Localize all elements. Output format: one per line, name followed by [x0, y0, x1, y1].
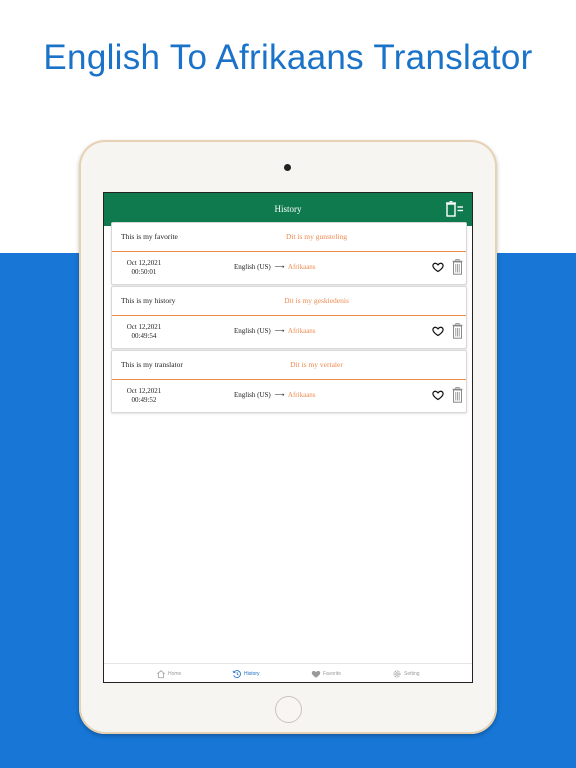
from-language: English (US) [234, 391, 271, 399]
nav-item-favorite[interactable]: Favorite [311, 667, 341, 681]
heart-icon [311, 670, 321, 678]
timestamp: Oct 12,2021 00:49:54 [124, 323, 164, 341]
nav-item-setting[interactable]: Setting [392, 667, 420, 681]
nav-label-history: History [244, 671, 260, 677]
translated-text: Dit is my gunsteling [285, 232, 348, 241]
history-card-bottom: Oct 12,2021 00:49:54 English (US) ⟶ Afri… [112, 316, 466, 348]
nav-item-history[interactable]: History [232, 667, 260, 681]
delete-trash-icon[interactable] [452, 387, 463, 403]
arrow-icon: ⟶ [274, 391, 285, 399]
front-camera [284, 164, 291, 171]
delete-trash-icon[interactable] [452, 323, 463, 339]
translated-text: Dit is my geskiedenis [284, 296, 349, 305]
favorite-heart-icon[interactable] [432, 261, 444, 273]
time-text: 00:50:01 [131, 268, 157, 276]
timestamp: Oct 12,2021 00:50:01 [124, 259, 164, 277]
language-pair: English (US) ⟶ Afrikaans [234, 263, 316, 271]
date-text: Oct 12,2021 [126, 323, 162, 331]
bottom-nav: Home History Favorite Setting [104, 663, 472, 682]
to-language: Afrikaans [287, 391, 316, 399]
promo-title: English To Afrikaans Translator [43, 38, 533, 77]
date-text: Oct 12,2021 [126, 259, 162, 267]
nav-item-home[interactable]: Home [156, 667, 181, 681]
history-card-bottom: Oct 12,2021 00:50:01 English (US) ⟶ Afri… [112, 252, 466, 284]
translated-text: Dit is my vertaler [290, 360, 343, 369]
clear-history-icon[interactable] [446, 201, 464, 217]
to-language: Afrikaans [287, 327, 316, 335]
arrow-icon: ⟶ [274, 263, 285, 271]
language-pair: English (US) ⟶ Afrikaans [234, 391, 316, 399]
history-icon [232, 670, 241, 678]
timestamp: Oct 12,2021 00:49:52 [124, 387, 164, 405]
home-icon [157, 670, 165, 679]
history-card[interactable]: This is my favorite Dit is my gunsteling… [111, 222, 467, 285]
gear-icon [393, 670, 401, 678]
history-card-bottom: Oct 12,2021 00:49:52 English (US) ⟶ Afri… [112, 380, 466, 412]
date-text: Oct 12,2021 [126, 387, 162, 395]
delete-trash-icon[interactable] [452, 259, 463, 275]
favorite-heart-icon[interactable] [432, 325, 444, 337]
arrow-icon: ⟶ [274, 327, 285, 335]
history-card[interactable]: This is my history Dit is my geskiedenis… [111, 286, 467, 349]
nav-label-home: Home [168, 671, 182, 677]
home-button[interactable] [275, 696, 302, 723]
history-card-top: This is my history Dit is my geskiedenis [112, 287, 466, 316]
nav-label-favorite: Favorite [323, 671, 342, 677]
language-pair: English (US) ⟶ Afrikaans [234, 327, 316, 335]
history-card-top: This is my favorite Dit is my gunsteling [112, 223, 466, 252]
history-card[interactable]: This is my translator Dit is my vertaler… [111, 350, 467, 413]
time-text: 00:49:52 [131, 396, 157, 404]
favorite-heart-icon[interactable] [432, 389, 444, 401]
history-card-top: This is my translator Dit is my vertaler [112, 351, 466, 380]
from-language: English (US) [234, 263, 271, 271]
to-language: Afrikaans [287, 263, 316, 271]
from-language: English (US) [234, 327, 271, 335]
nav-label-setting: Setting [404, 671, 420, 677]
app-screen: History This is my favorite Dit is my gu… [103, 192, 473, 683]
time-text: 00:49:54 [131, 332, 157, 340]
